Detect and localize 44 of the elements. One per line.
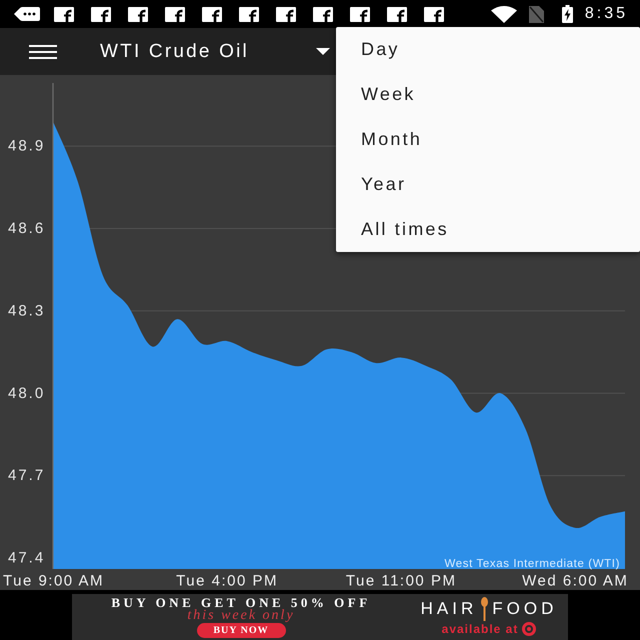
y-axis-label: 48.9 — [8, 138, 46, 155]
x-axis-label: Tue 4:00 PM — [176, 572, 278, 590]
f-square-icon — [424, 6, 444, 22]
logo-word: FOOD — [492, 599, 558, 619]
menu-icon[interactable] — [29, 44, 57, 58]
f-square-icon — [239, 6, 259, 22]
ad-tagline: this week only — [187, 609, 295, 623]
y-axis-label: 47.4 — [8, 550, 46, 567]
f-square-icon — [387, 6, 407, 22]
buy-now-button[interactable]: BUY NOW — [196, 623, 286, 638]
f-square-icon — [350, 6, 370, 22]
x-axis-label: Tue 9:00 AM — [3, 572, 104, 590]
legend-label: West Texas Intermediate (WTI) — [444, 558, 620, 570]
y-axis-label: 48.0 — [8, 384, 46, 402]
clock-time: 8:35 — [584, 5, 628, 23]
no-sim-icon — [528, 6, 544, 22]
message-icon — [14, 7, 40, 21]
ad-headline: BUY ONE GET ONE 50% OFF — [111, 596, 371, 609]
f-square-icon — [54, 6, 74, 22]
wifi-icon — [490, 6, 517, 22]
menu-item[interactable]: Month — [336, 117, 640, 162]
f-square-icon — [276, 6, 296, 22]
y-axis-label: 48.3 — [8, 302, 46, 320]
menu-item[interactable]: Day — [336, 27, 640, 72]
spoon-icon — [481, 597, 488, 621]
f-square-icon — [128, 6, 148, 22]
f-square-icon — [202, 6, 222, 22]
menu-item[interactable]: All times — [336, 207, 640, 252]
menu-item[interactable]: Year — [336, 162, 640, 207]
ad-banner[interactable]: BUY ONE GET ONE 50% OFF this week only BUY NOW HAIR FOOD available at — [72, 594, 568, 640]
f-square-icon — [313, 6, 333, 22]
f-square-icon — [165, 6, 185, 22]
y-axis-label: 47.7 — [8, 467, 46, 484]
x-axis-label: Wed 6:00 AM — [522, 572, 628, 590]
bullseye-icon — [522, 622, 536, 636]
instrument-dropdown[interactable]: WTI Crude Oil — [100, 34, 330, 70]
logo-word: HAIR — [420, 599, 478, 619]
x-axis-label: Tue 11:00 PM — [346, 572, 456, 590]
caret-icon — [316, 48, 330, 55]
menu-item[interactable]: Week — [336, 72, 640, 117]
availability-text: available at — [442, 622, 518, 636]
battery-charging-icon — [562, 5, 573, 23]
f-square-icon — [91, 6, 111, 22]
y-axis-label: 48.6 — [8, 220, 46, 238]
